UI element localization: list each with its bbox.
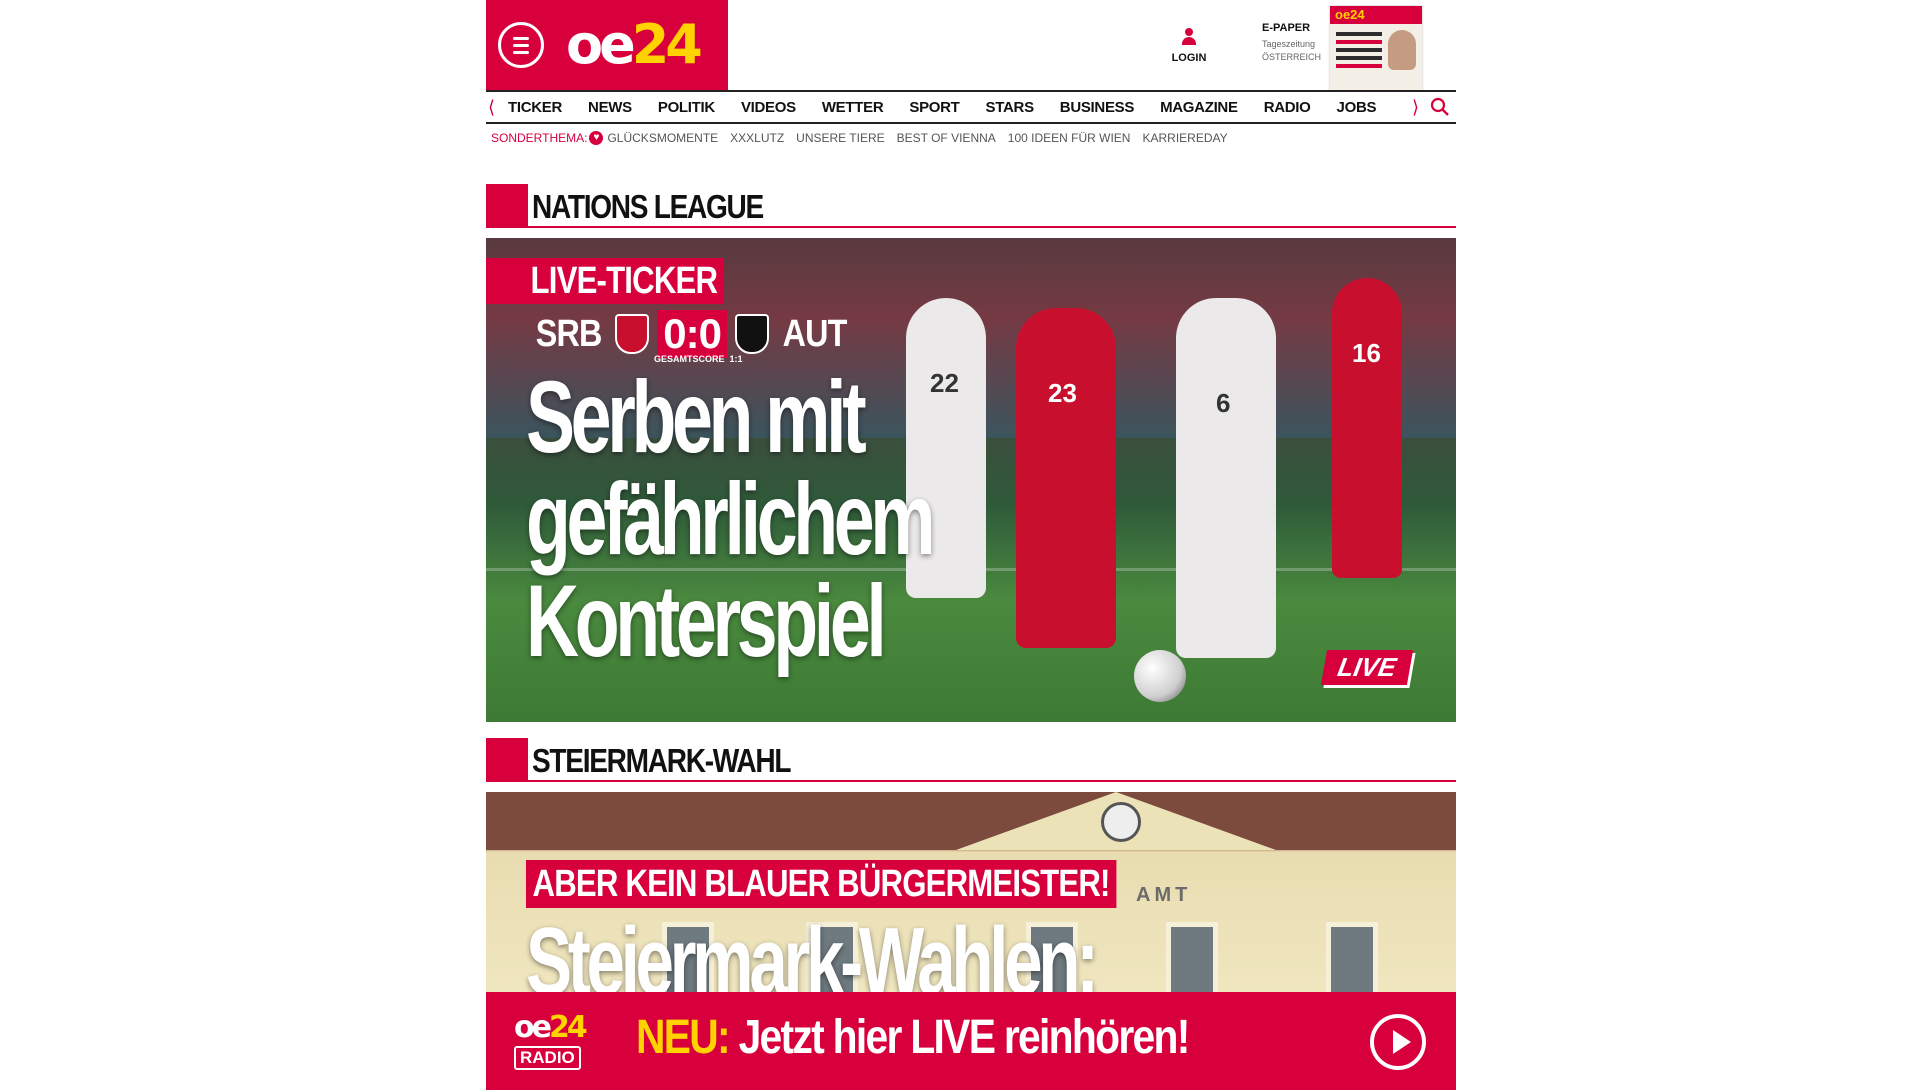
epaper-link[interactable]: E-PAPER Tageszeitung ÖSTERREICH xyxy=(1262,22,1324,64)
play-icon[interactable] xyxy=(1370,1014,1426,1070)
nav-item-jobs[interactable]: JOBS xyxy=(1337,99,1377,116)
special-topic-link[interactable]: 100 IDEEN FÜR WIEN xyxy=(1008,131,1131,145)
nav-item-sport[interactable]: SPORT xyxy=(909,99,959,116)
section-title: NATIONS LEAGUE xyxy=(532,188,764,225)
login-button[interactable]: LOGIN xyxy=(1166,28,1212,64)
story-steiermark-wahl[interactable]: AMT ABER KEIN BLAUER BÜRGERMEISTER! Stei… xyxy=(486,792,1456,992)
login-label: LOGIN xyxy=(1171,52,1207,64)
epaper-cover-image[interactable]: oe24 xyxy=(1330,6,1422,90)
special-topic-link[interactable]: KARRIEREDAY xyxy=(1142,131,1227,145)
story-headline[interactable]: Steiermark-Wahlen: xyxy=(526,914,1099,993)
user-icon xyxy=(1182,28,1196,46)
nav-item-stars[interactable]: STARS xyxy=(986,99,1035,116)
nav-item-news[interactable]: NEWS xyxy=(588,99,632,116)
radio-banner-text: NEU: Jetzt hier LIVE reinhören! xyxy=(636,1011,1190,1064)
score-result: 0:0 xyxy=(657,310,727,358)
nav-item-videos[interactable]: VIDEOS xyxy=(741,99,796,116)
player-red-16: 16 xyxy=(1332,278,1402,578)
site-header: oe24 LOGIN E-PAPER Tageszeitung ÖSTERREIC… xyxy=(486,0,1456,90)
nav-item-magazine[interactable]: MAGAZINE xyxy=(1160,99,1238,116)
special-topic-link[interactable]: GLÜCKSMOMENTE xyxy=(607,131,718,145)
chevron-left-icon[interactable]: ⟨ xyxy=(488,97,495,118)
lead-headline[interactable]: Serben mit gefährlichem Konterspiel xyxy=(526,366,1073,672)
clock-icon xyxy=(1101,802,1141,842)
radio-label: RADIO xyxy=(514,1046,581,1070)
site-logo[interactable]: oe24 xyxy=(566,10,703,80)
live-badge: LIVE xyxy=(1320,650,1413,685)
special-topic-link[interactable]: UNSERE TIERE xyxy=(796,131,884,145)
football xyxy=(1134,650,1186,702)
nav-item-ticker[interactable]: TICKER xyxy=(508,99,562,116)
nav-item-politik[interactable]: POLITIK xyxy=(658,99,715,116)
epaper-title: E-PAPER xyxy=(1262,22,1311,34)
austria-crest-icon xyxy=(734,314,769,354)
section-title: STEIERMARK-WAHL xyxy=(532,742,792,779)
radio-logo: oe24 RADIO xyxy=(514,1012,604,1070)
epaper-cover-masthead: oe24 xyxy=(1330,6,1422,24)
nav-item-business[interactable]: BUSINESS xyxy=(1060,99,1135,116)
home-team: SRB xyxy=(535,312,603,355)
search-icon[interactable] xyxy=(1430,97,1450,117)
scoreline: SRB 0:0 AUT xyxy=(530,310,852,358)
story-tag: ABER KEIN BLAUER BÜRGERMEISTER! xyxy=(526,860,1117,908)
section-header-nations-league[interactable]: NATIONS LEAGUE xyxy=(486,184,1456,228)
building-sign: AMT xyxy=(1136,884,1192,906)
heart-icon: ♥ xyxy=(589,131,604,145)
special-topic-link[interactable]: XXXLUTZ xyxy=(730,131,784,145)
special-topics-bar: SONDERTHEMA: ♥ GLÜCKSMOMENTE XXXLUTZ UNSER… xyxy=(491,130,1240,146)
away-team: AUT xyxy=(782,312,848,355)
page: oe24 LOGIN E-PAPER Tageszeitung ÖSTERREIC… xyxy=(486,0,1456,1090)
nav-item-wetter[interactable]: WETTER xyxy=(822,99,884,116)
nav-item-radio[interactable]: RADIO xyxy=(1264,99,1311,116)
live-ticker-tag: LIVE-TICKER xyxy=(524,258,724,304)
nav-items: TICKER NEWS POLITIK VIDEOS WETTER SPORT STARS B… xyxy=(508,92,1402,122)
special-topics-label: SONDERTHEMA: xyxy=(491,131,588,145)
radio-live-banner[interactable]: oe24 RADIO NEU: Jetzt hier LIVE reinhöre… xyxy=(486,992,1456,1090)
special-topic-link[interactable]: BEST OF VIENNA xyxy=(897,131,996,145)
logo-area: oe24 xyxy=(486,0,728,90)
player-white-6: 6 xyxy=(1176,298,1276,658)
chevron-right-icon[interactable]: ⟩ xyxy=(1412,97,1419,118)
serbia-crest-icon xyxy=(615,314,650,354)
main-navigation: ⟨ TICKER NEWS POLITIK VIDEOS WETTER SPORT STAR… xyxy=(486,90,1456,124)
section-header-steiermark-wahl[interactable]: STEIERMARK-WAHL xyxy=(486,738,1456,782)
epaper-subtitle: Tageszeitung ÖSTERREICH xyxy=(1262,39,1322,62)
lead-story-nations-league[interactable]: 22 23 6 16 LIVE-TICKER SRB 0:0 AUT GESAM… xyxy=(486,238,1456,722)
menu-icon[interactable] xyxy=(498,22,544,68)
